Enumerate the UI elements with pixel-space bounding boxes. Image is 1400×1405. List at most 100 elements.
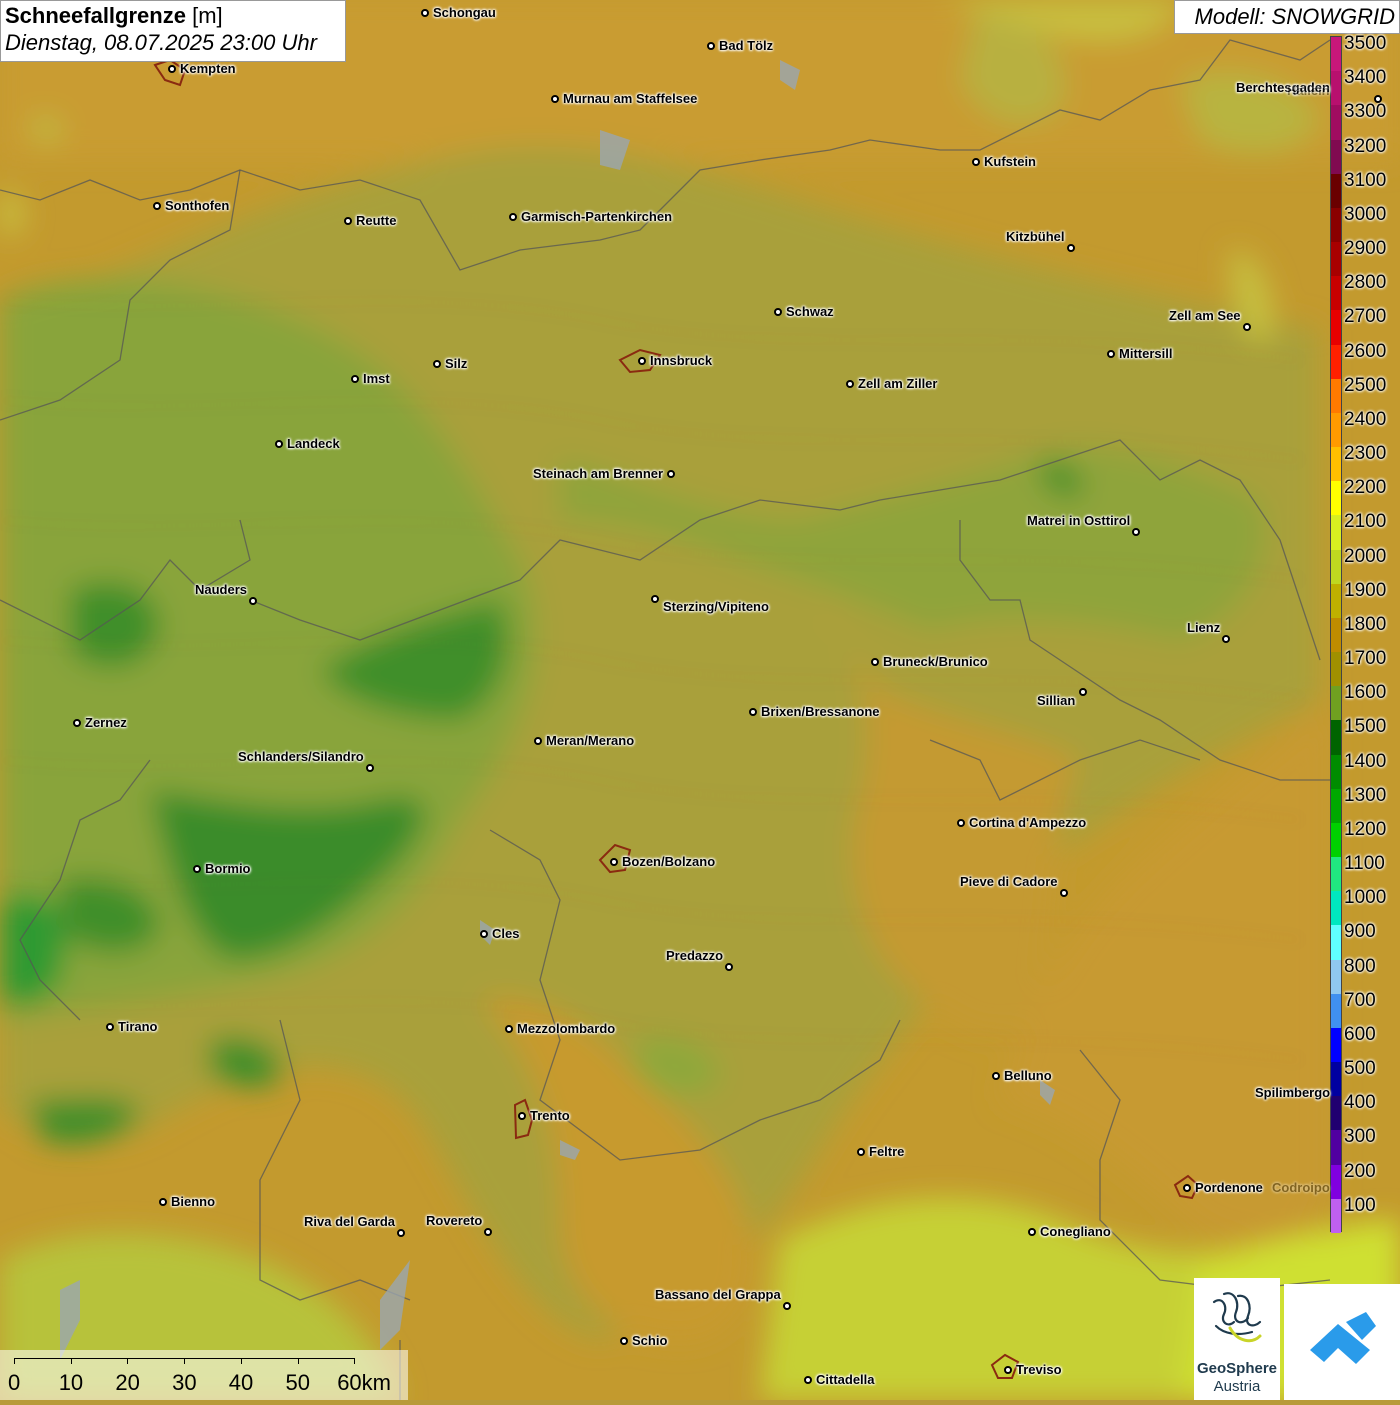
parameter-unit: [m] <box>192 3 223 28</box>
legend-swatch <box>1331 207 1341 243</box>
legend-swatch <box>1331 515 1341 551</box>
city-label: Landeck <box>287 436 340 451</box>
legend-label: 100 <box>1344 1194 1376 1216</box>
scale-label: 20 <box>115 1370 140 1395</box>
legend-swatch <box>1331 652 1341 687</box>
city-label: Treviso <box>1016 1362 1062 1377</box>
city-marker-icon <box>168 65 176 73</box>
city-marker-icon <box>1374 95 1382 103</box>
city-marker-icon <box>620 1337 628 1345</box>
legend-swatch <box>1331 720 1341 756</box>
city-label: Schongau <box>433 5 496 20</box>
city-label: Bassano del Grappa <box>655 1287 781 1302</box>
legend-label: 300 <box>1344 1126 1376 1148</box>
city-marker-icon <box>509 213 517 221</box>
city-marker-icon <box>159 1198 167 1206</box>
city-label: Kufstein <box>984 154 1036 169</box>
legend-swatch <box>1331 754 1341 790</box>
legend-label: 3200 <box>1344 135 1387 157</box>
legend-swatch <box>1331 276 1341 311</box>
city-marker-icon <box>667 470 675 478</box>
legend-swatch <box>1331 1027 1341 1063</box>
city-label: Nauders <box>195 582 248 597</box>
city-label: Garmisch-Partenkirchen <box>521 209 673 224</box>
legend-label: 2100 <box>1344 511 1387 533</box>
city-label: Cles <box>492 926 520 941</box>
city-marker-icon <box>1243 323 1251 331</box>
geosphere-logo-line2: Austria <box>1213 1378 1261 1395</box>
scale-tick <box>14 1358 15 1364</box>
legend-label: 1600 <box>1344 682 1387 704</box>
city-label: Matrei in Osttirol <box>1027 513 1131 528</box>
city-label: Belluno <box>1004 1068 1052 1083</box>
city-marker-icon <box>344 217 352 225</box>
legend-label: 400 <box>1344 1092 1376 1114</box>
city-marker-icon <box>804 1376 812 1384</box>
city-label: Kempten <box>180 61 236 76</box>
map-datetime: Dienstag, 08.07.2025 23:00 Uhr <box>5 30 317 55</box>
city-label: Imst <box>363 371 390 386</box>
legend-swatch <box>1331 891 1341 926</box>
city-label: Sillian <box>1037 693 1076 708</box>
city-label: Pieve di Cadore <box>960 874 1058 889</box>
legend-swatch <box>1331 310 1341 346</box>
city-marker-icon <box>1222 635 1230 643</box>
city-marker-icon <box>707 42 715 50</box>
city-marker-icon <box>153 202 161 210</box>
legend-label: 2000 <box>1344 545 1387 567</box>
scale-label: 0 <box>8 1370 21 1395</box>
legend-swatch <box>1331 822 1341 858</box>
city-marker-icon <box>421 9 429 17</box>
city-marker-icon <box>1028 1228 1036 1236</box>
city-label: Sonthofen <box>165 198 230 213</box>
city-marker-icon <box>366 764 374 772</box>
city-label: Tirano <box>118 1019 158 1034</box>
legend-swatch <box>1331 71 1341 106</box>
city-marker-icon <box>397 1229 405 1237</box>
legend-swatch <box>1331 139 1341 175</box>
scale-label: 50 <box>285 1370 310 1395</box>
legend-label: 1100 <box>1344 853 1385 875</box>
city-label: Rovereto <box>426 1213 483 1228</box>
legend-swatch <box>1331 105 1341 140</box>
legend-label: 2800 <box>1344 272 1387 294</box>
legend-swatch <box>1331 242 1341 277</box>
city-label: Silz <box>445 356 468 371</box>
city-marker-icon <box>505 1025 513 1033</box>
legend-swatch <box>1331 583 1341 619</box>
legend-swatch <box>1331 1198 1341 1234</box>
legend-color-bar <box>1330 36 1342 1234</box>
city-label: Conegliano <box>1040 1224 1111 1239</box>
city-marker-icon <box>972 158 980 166</box>
city-label: Cortina d'Ampezzo <box>969 815 1087 830</box>
legend-swatch <box>1331 1164 1341 1200</box>
legend-label: 1900 <box>1344 579 1387 601</box>
city-label: Bad Tölz <box>719 38 774 53</box>
city-marker-icon <box>857 1148 865 1156</box>
legend-swatch <box>1331 857 1341 892</box>
scale-tick <box>240 1358 242 1364</box>
legend-label: 800 <box>1344 955 1376 977</box>
scale-tick <box>70 1358 72 1364</box>
city-label: Bruneck/Brunico <box>883 654 988 669</box>
city-marker-icon <box>846 380 854 388</box>
geosphere-logo[interactable]: GeoSphere Austria <box>1194 1278 1280 1400</box>
scale-label: 60km <box>337 1370 391 1395</box>
city-marker-icon <box>551 95 559 103</box>
legend-label: 1500 <box>1344 716 1387 738</box>
weather-app-logo-icon <box>1310 1312 1376 1364</box>
legend-label: 2900 <box>1344 238 1387 260</box>
weather-app-logo[interactable] <box>1284 1284 1400 1400</box>
legend-label: 3100 <box>1344 169 1387 191</box>
city-marker-icon <box>193 865 201 873</box>
city-label: Reutte <box>356 213 397 228</box>
city-marker-icon <box>783 1302 791 1310</box>
color-legend: 3500 3400 3300 3200 3100 3000 2900 2800 2700 2600… <box>1328 34 1400 1234</box>
legend-swatch <box>1331 959 1341 995</box>
city-label: Murnau am Staffelsee <box>563 91 698 106</box>
legend-swatch <box>1331 447 1341 482</box>
city-label: Steinach am Brenner <box>533 466 664 481</box>
scale-tick <box>354 1358 356 1364</box>
legend-label: 500 <box>1344 1058 1376 1080</box>
legend-label: 1300 <box>1344 784 1387 806</box>
